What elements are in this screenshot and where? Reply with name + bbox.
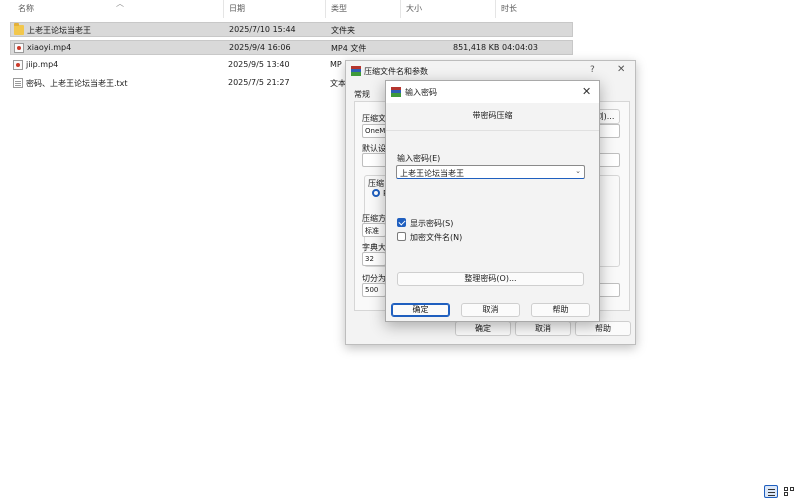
split-unit-field[interactable] (598, 283, 620, 297)
file-type: MP4 文件 (331, 44, 367, 53)
file-name: 上老王论坛当老王 (27, 26, 91, 35)
column-divider[interactable] (495, 0, 496, 18)
archive-dialog-titlebar[interactable]: 压缩文件名和参数 ? ✕ (346, 61, 635, 81)
password-help-button[interactable]: 帮助 (531, 303, 590, 317)
file-size: 851,418 KB (453, 43, 500, 52)
column-divider[interactable] (400, 0, 401, 18)
password-dialog-title: 输入密码 (405, 88, 437, 97)
column-divider[interactable] (325, 0, 326, 18)
column-name[interactable]: 名称 (18, 3, 34, 15)
thumbnail-view-icon[interactable] (782, 485, 796, 498)
format-group-label: 压缩 (368, 179, 384, 188)
show-password-checkbox[interactable] (397, 218, 406, 227)
file-type: 文件夹 (331, 26, 355, 35)
password-input[interactable]: 上老王论坛当老王 ⌄ (396, 165, 585, 179)
text-file-icon (13, 78, 23, 88)
winrar-icon (351, 66, 361, 76)
close-icon[interactable]: ✕ (582, 85, 591, 98)
file-type: MP (330, 60, 342, 69)
file-duration: 04:04:03 (502, 43, 538, 52)
file-name: jiip.mp4 (26, 60, 59, 69)
chevron-down-icon[interactable]: ⌄ (575, 167, 581, 175)
archive-cancel-button[interactable]: 取消 (515, 321, 571, 336)
column-size[interactable]: 大小 (406, 3, 422, 15)
file-date: 2025/7/10 15:44 (229, 25, 296, 34)
archive-dialog-title: 压缩文件名和参数 (364, 67, 428, 76)
divider (386, 130, 599, 131)
file-type: 文本 (330, 79, 346, 88)
file-date: 2025/9/5 13:40 (228, 60, 290, 69)
archive-help-button[interactable]: 帮助 (575, 321, 631, 336)
password-label: 输入密码(E) (397, 154, 441, 163)
file-name: 密码、上老王论坛当老王.txt (26, 79, 128, 88)
password-dialog: 输入密码 ✕ 带密码压缩 输入密码(E) 上老王论坛当老王 ⌄ 显示密码(S) … (385, 80, 600, 322)
encrypt-names-checkbox[interactable] (397, 232, 406, 241)
archive-ok-button[interactable]: 确定 (455, 321, 511, 336)
password-cancel-button[interactable]: 取消 (461, 303, 520, 317)
close-icon[interactable]: ✕ (617, 64, 625, 75)
winrar-icon (391, 87, 401, 97)
password-value: 上老王论坛当老王 (400, 169, 464, 178)
file-row-xiaoyi[interactable]: xiaoyi.mp4 2025/9/4 16:06 MP4 文件 851,418… (10, 40, 573, 55)
password-dialog-subtitle: 带密码压缩 (472, 111, 513, 120)
password-dialog-titlebar[interactable]: 输入密码 ✕ (386, 81, 599, 103)
rar-radio[interactable] (372, 189, 380, 197)
column-date[interactable]: 日期 (229, 3, 245, 15)
password-ok-button[interactable]: 确定 (391, 303, 450, 317)
video-file-icon (13, 60, 23, 70)
details-view-icon[interactable] (764, 485, 778, 498)
file-date: 2025/7/5 21:27 (228, 78, 290, 87)
column-duration[interactable]: 时长 (501, 3, 517, 15)
sort-up-icon: ︿ (116, 0, 124, 8)
column-divider[interactable] (223, 0, 224, 18)
column-header: ︿ 名称 日期 类型 大小 时长 (0, 0, 575, 18)
split-select[interactable]: 500 (362, 283, 386, 297)
help-icon[interactable]: ? (590, 65, 595, 75)
file-date: 2025/9/4 16:06 (229, 43, 291, 52)
file-row-folder[interactable]: 上老王论坛当老王 2025/7/10 15:44 文件夹 (10, 22, 573, 37)
folder-icon (14, 23, 24, 35)
show-password-label: 显示密码(S) (410, 219, 454, 228)
tab-general[interactable]: 常规 (354, 89, 370, 100)
organize-passwords-button[interactable]: 整理密码(O)... (397, 272, 584, 286)
file-name: xiaoyi.mp4 (27, 43, 72, 52)
encrypt-names-label: 加密文件名(N) (410, 233, 463, 242)
archive-name-label: 压缩文 (362, 114, 386, 123)
video-file-icon (14, 43, 24, 53)
method-select[interactable]: 标准 (362, 223, 386, 237)
dictionary-select[interactable]: 32 (362, 252, 386, 266)
column-type[interactable]: 类型 (331, 3, 347, 15)
